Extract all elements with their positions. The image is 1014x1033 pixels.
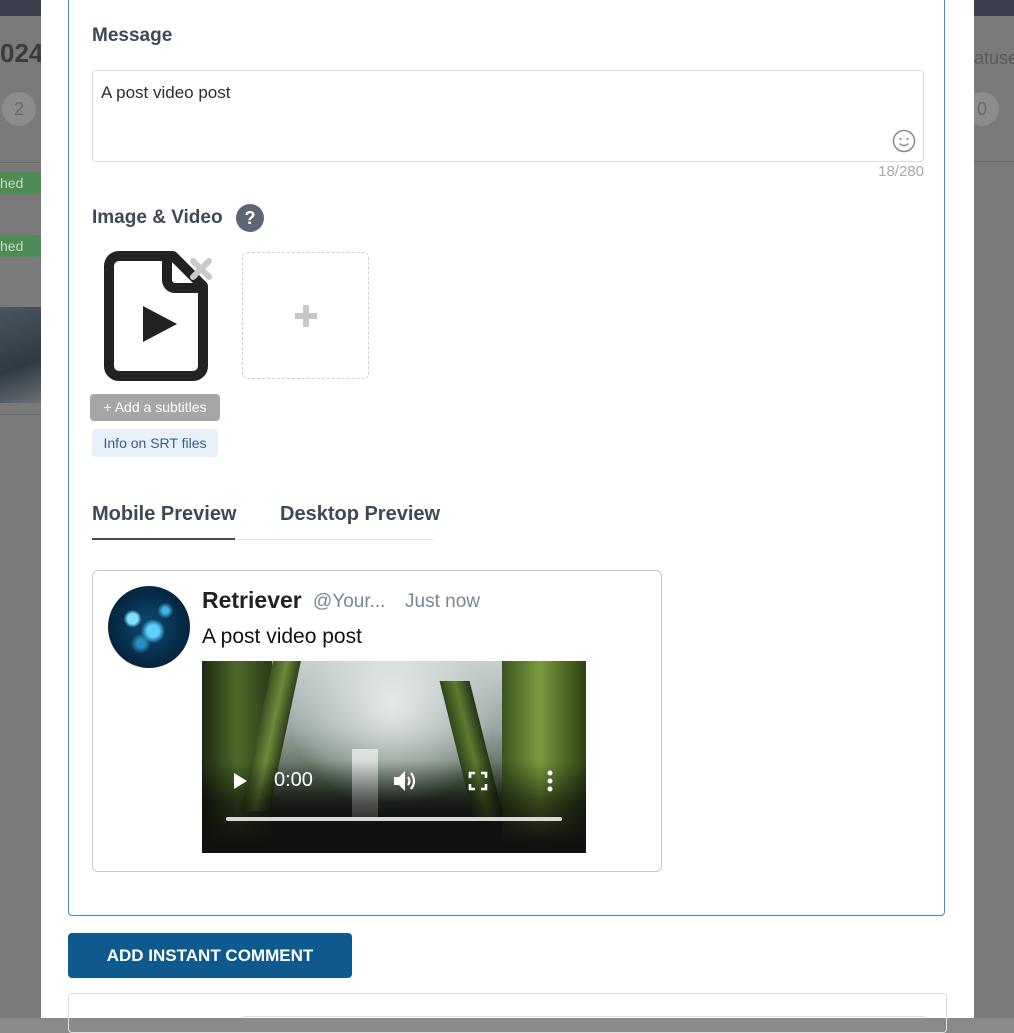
tab-mobile-preview[interactable]: Mobile Preview	[92, 503, 237, 526]
play-icon[interactable]	[230, 771, 250, 791]
more-vertical-icon[interactable]	[544, 769, 556, 793]
emoji-smile-icon[interactable]	[892, 129, 916, 153]
message-text[interactable]: A post video post	[101, 83, 230, 103]
video-progress-track[interactable]	[226, 817, 562, 821]
help-icon[interactable]: ?	[236, 204, 264, 232]
background-status-badge: hed	[0, 235, 41, 257]
background-heading: 024	[0, 38, 44, 68]
active-tab-indicator	[92, 538, 235, 540]
video-current-time: 0:00	[274, 769, 313, 791]
next-section-divider	[243, 1016, 925, 1017]
background-counter: 2	[2, 92, 36, 126]
post-preview-card: Retriever @Your... Just now A post video…	[92, 570, 662, 872]
preview-handle: @Your...	[313, 591, 386, 612]
add-media-button[interactable]	[242, 252, 369, 379]
message-input[interactable]: A post video post	[92, 70, 924, 162]
background-thumbnail	[0, 307, 41, 403]
background-right-heading: atuse	[974, 48, 1014, 68]
background-status-badge: hed	[0, 172, 41, 194]
edit-post-modal: Message A post video post 18/280 Image &…	[41, 0, 974, 1033]
fullscreen-icon[interactable]	[468, 771, 488, 791]
avatar	[108, 586, 190, 668]
remove-x-icon[interactable]	[188, 256, 214, 282]
preview-timestamp: Just now	[405, 591, 480, 612]
preview-account-name: Retriever	[202, 587, 302, 613]
next-section-card	[68, 993, 947, 1033]
background-divider	[0, 162, 41, 163]
add-instant-comment-button[interactable]: ADD INSTANT COMMENT	[68, 933, 352, 978]
preview-post-text: A post video post	[202, 625, 362, 648]
srt-info-link[interactable]: Info on SRT files	[92, 429, 218, 457]
background-divider	[0, 414, 41, 415]
video-player[interactable]: 0:00	[202, 661, 586, 853]
character-counter: 18/280	[878, 163, 924, 180]
volume-icon[interactable]	[392, 769, 418, 793]
tab-desktop-preview[interactable]: Desktop Preview	[280, 503, 440, 526]
background-divider	[974, 161, 1014, 162]
plus-icon	[295, 305, 317, 327]
add-subtitles-button[interactable]: + Add a subtitles	[90, 394, 220, 421]
message-label: Message	[92, 25, 173, 46]
media-label: Image & Video	[92, 207, 223, 228]
